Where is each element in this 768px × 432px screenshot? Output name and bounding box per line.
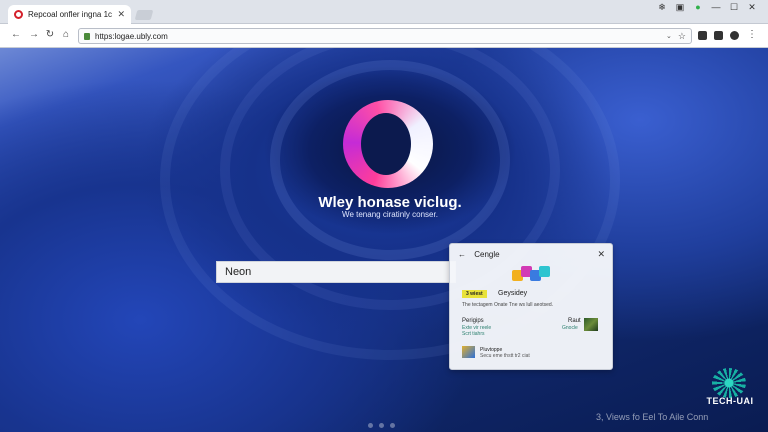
camera-icon[interactable]	[714, 31, 723, 40]
reload-icon[interactable]: ↻	[44, 29, 56, 40]
search-input[interactable]: Neon	[216, 261, 456, 283]
tab-close-icon[interactable]: ✕	[117, 9, 125, 20]
new-tab-button[interactable]	[134, 10, 154, 20]
item-thumbnail-icon[interactable]	[462, 346, 475, 358]
tile-cyan	[539, 266, 550, 277]
wallet-icon[interactable]	[698, 31, 707, 40]
pager-dot[interactable]	[390, 423, 395, 428]
side-panel: ← Cengle ✕ 3 wiest Geysidey The tectagem…	[449, 243, 613, 370]
home-icon[interactable]: ⌂	[60, 29, 72, 40]
opera-favicon-icon	[14, 10, 23, 19]
back-icon[interactable]: ←	[10, 29, 22, 40]
browser-toolbar: ← → ↻ ⌂ https:logae.ubly.com ⌄ ☆ ⋮	[0, 24, 768, 48]
watermark-caption: 3, Views fo Eel To Aile Conn	[596, 412, 709, 422]
opera-logo-icon	[343, 100, 433, 188]
lock-icon	[84, 32, 90, 40]
minimize-button[interactable]: —	[710, 2, 722, 12]
status-badge: 3 wiest	[462, 290, 487, 298]
address-bar[interactable]: https:logae.ubly.com ⌄ ☆	[78, 28, 692, 44]
star-icon[interactable]: ☆	[678, 31, 686, 42]
section-right-link[interactable]: Gnocle	[562, 325, 578, 331]
section-right-title: Raut	[568, 318, 581, 324]
section-left-title: Perigips	[462, 318, 484, 324]
extension-icon[interactable]: ▣	[674, 2, 686, 13]
tab-title: Repcoal onfler ingna 1c	[28, 10, 113, 19]
panel-back-icon[interactable]: ←	[458, 250, 466, 259]
tab-strip: Repcoal onfler ingna 1c ✕ ❄ ▣ ● — ☐ ✕	[0, 0, 768, 24]
pager-dots	[368, 423, 395, 428]
panel-close-icon[interactable]: ✕	[597, 249, 605, 260]
watermark-brand: TECH-UAI	[706, 396, 754, 406]
close-window-button[interactable]: ✕	[746, 2, 758, 13]
app-tiles-icon	[512, 266, 552, 284]
panel-title: Cengle	[474, 250, 500, 259]
hero-title: Wley honase viclug.	[318, 194, 462, 211]
shield-icon[interactable]: ●	[692, 2, 704, 12]
forward-icon[interactable]: →	[28, 29, 40, 40]
browser-tab[interactable]: Repcoal onfler ingna 1c ✕	[8, 5, 131, 24]
watermark-logo-icon	[712, 368, 746, 398]
panel-description: The tectagem Onate Tne ws lull aeotsed.	[462, 302, 554, 308]
snowflake-icon[interactable]: ❄	[656, 2, 668, 13]
panel-item-title: Geysidey	[498, 290, 528, 297]
panel-header: ← Cengle	[458, 250, 500, 259]
list-item-subtitle: Secu eme thstt tr2 ciat	[480, 353, 530, 359]
pager-dot[interactable]	[379, 423, 384, 428]
thumbnail-image[interactable]	[584, 318, 598, 331]
clock-icon[interactable]	[730, 31, 739, 40]
maximize-button[interactable]: ☐	[728, 2, 740, 13]
section-left-link[interactable]: Scrt tiahrs	[462, 331, 485, 337]
hero-subtitle: We tenang ciratinly conser.	[342, 210, 438, 219]
url-text[interactable]: https:logae.ubly.com	[95, 32, 666, 41]
menu-icon[interactable]: ⋮	[746, 29, 758, 40]
pager-dot[interactable]	[368, 423, 373, 428]
url-dropdown-icon[interactable]: ⌄	[666, 32, 672, 40]
